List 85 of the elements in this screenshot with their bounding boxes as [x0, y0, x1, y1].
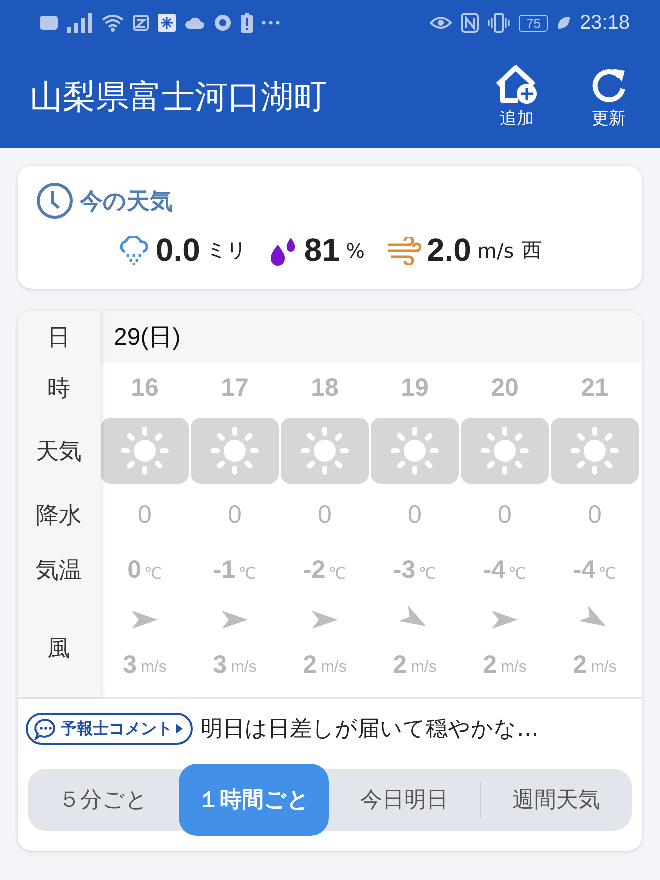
wind-arrow-icon	[221, 609, 249, 631]
hd-icon	[40, 16, 58, 30]
humidity-unit: %	[346, 238, 365, 262]
wind-speed-unit: m/s	[411, 658, 437, 677]
rain-unit: ミリ	[206, 237, 246, 264]
wind-direction: 西	[522, 237, 542, 264]
wind-arrow-icon	[311, 609, 339, 631]
forecaster-comment-text: 明日は日差しが届いて穏やかな…	[201, 716, 539, 744]
wind-speed-unit: m/s	[141, 658, 167, 677]
signal-icon	[67, 13, 93, 33]
view-tab[interactable]: １時間ごと	[179, 764, 329, 836]
refresh-button[interactable]: 更新	[576, 64, 642, 130]
precip-value: 0	[138, 500, 152, 530]
hour-text: 21	[581, 372, 609, 404]
wind-speed-value: 2	[483, 651, 498, 680]
wind-unit: m/s	[477, 238, 514, 262]
nfc-icon	[461, 13, 480, 33]
rain-cloud-icon	[118, 236, 150, 266]
wind-icon	[386, 236, 421, 264]
precip-value: 0	[228, 500, 242, 530]
hour-text: 20	[491, 372, 519, 404]
add-location-button[interactable]: 追加	[484, 64, 550, 130]
wind-speed-value: 3	[213, 651, 228, 680]
wind-value: 2.0	[426, 232, 472, 269]
cloud-icon	[185, 16, 205, 30]
row-label: 天気	[36, 438, 82, 466]
row-label: 風	[48, 634, 70, 664]
house-plus-icon	[494, 64, 540, 104]
wind-speed-value: 3	[123, 651, 138, 680]
wind-arrow-icon	[491, 609, 519, 631]
eye-icon	[430, 16, 452, 30]
temp-value: -4	[573, 556, 596, 584]
forecaster-comment-button[interactable]: 予報士コメント	[26, 713, 193, 745]
wind-speed-unit: m/s	[321, 658, 347, 677]
triangle-icon	[176, 724, 183, 734]
view-tab[interactable]: 週間天気	[480, 782, 632, 818]
row-label: 降水	[36, 502, 82, 530]
temp-unit: ℃	[598, 562, 617, 582]
view-tab[interactable]: ５分ごと	[28, 769, 179, 831]
wind-speed-unit: m/s	[231, 658, 257, 677]
humidity-value: 81	[304, 232, 340, 269]
hour-text: 17	[221, 372, 249, 404]
status-time: 23:18	[580, 12, 630, 34]
temp-unit: ℃	[508, 562, 527, 582]
precip-value: 0	[318, 500, 332, 530]
wind-speed-value: 2	[573, 651, 588, 680]
wifi-icon	[102, 14, 124, 32]
vibrate-icon	[488, 13, 510, 33]
wind-speed-value: 2	[303, 651, 318, 680]
more-icon	[262, 21, 280, 25]
temp-value: -3	[393, 556, 416, 584]
precip-value: 0	[498, 500, 512, 530]
row-label: 気温	[36, 556, 82, 586]
hour-text: 19	[401, 372, 429, 404]
hour-text: 18	[311, 372, 339, 404]
temp-unit: ℃	[238, 562, 257, 582]
chat-bubble-icon	[34, 718, 58, 740]
snowflake-icon	[158, 14, 176, 32]
battery-level: 75	[519, 14, 548, 32]
battery-alert-icon	[241, 13, 253, 33]
leaf-icon	[556, 16, 571, 30]
precip-value: 0	[408, 500, 422, 530]
temp-unit: ℃	[328, 562, 347, 582]
app-icon	[133, 15, 149, 31]
temp-value: 0	[128, 556, 142, 584]
wind-speed-unit: m/s	[501, 658, 527, 677]
temp-value: -1	[213, 556, 236, 584]
clock-icon	[36, 182, 74, 220]
temp-value: -4	[483, 556, 506, 584]
temp-value: -2	[303, 556, 326, 584]
current-weather-title: 今の天気	[80, 188, 173, 216]
temp-unit: ℃	[418, 562, 437, 582]
hour-text: 16	[131, 372, 159, 404]
temp-unit: ℃	[144, 562, 162, 582]
browser-icon	[214, 14, 232, 32]
wind-speed-unit: m/s	[591, 658, 617, 677]
row-label: 時	[48, 374, 70, 404]
rain-value: 0.0	[156, 232, 200, 269]
precip-value: 0	[588, 500, 602, 530]
view-tab[interactable]: 今日明日	[329, 769, 480, 831]
row-label: 日	[48, 324, 70, 352]
location-title: 山梨県富士河口湖町	[30, 76, 327, 118]
wind-speed-value: 2	[393, 651, 408, 680]
date-text: 29(日)	[114, 323, 181, 353]
wind-arrow-icon	[131, 609, 159, 631]
